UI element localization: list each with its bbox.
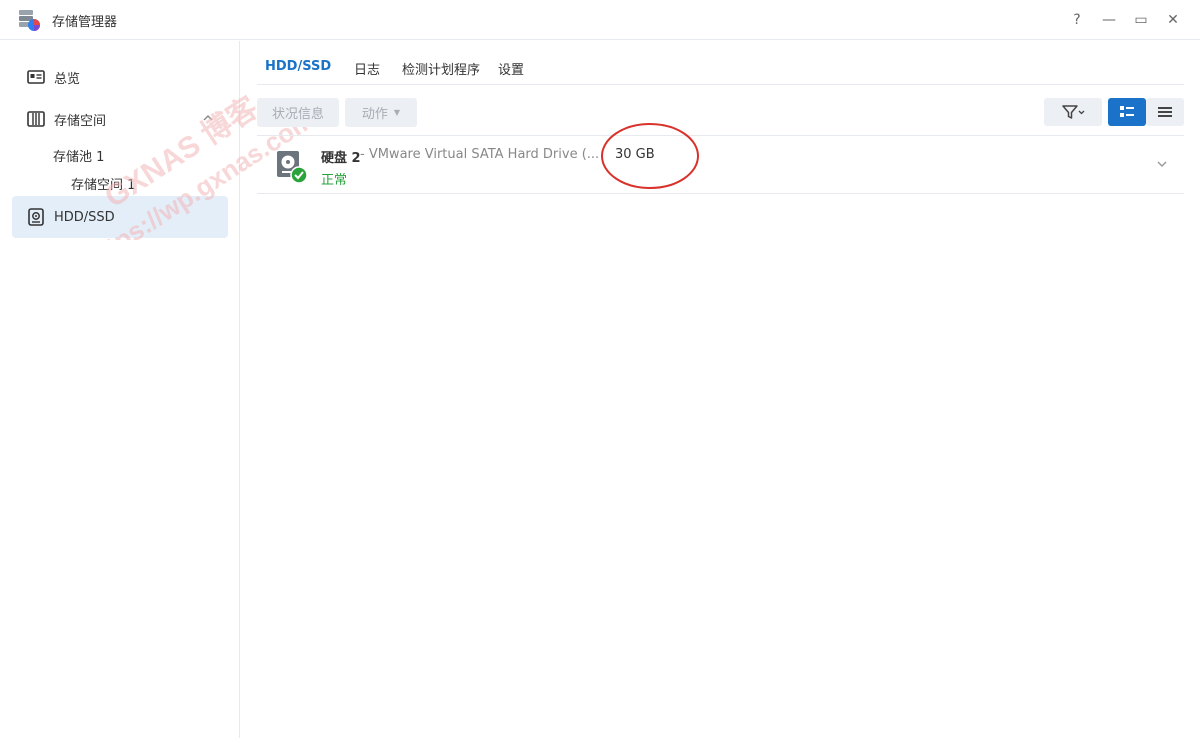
chevron-down-icon[interactable] <box>1156 158 1168 170</box>
sidebar-item-overview[interactable]: 总览 <box>12 56 228 98</box>
close-button[interactable]: ✕ <box>1162 10 1184 30</box>
caret-down-icon: ▼ <box>393 108 401 117</box>
detail-view-icon <box>1120 106 1134 117</box>
storage-manager-app-icon <box>19 10 40 31</box>
sidebar-item-volume-1[interactable]: 存储空间 1 <box>71 174 135 193</box>
sidebar-item-label: HDD/SSD <box>54 209 115 225</box>
detail-view-button[interactable] <box>1108 98 1146 126</box>
action-button[interactable]: 动作 ▼ <box>345 98 417 127</box>
window-title: 存储管理器 <box>52 15 118 30</box>
sidebar-item-label: 存储空间 <box>54 113 107 129</box>
status-info-button[interactable]: 状况信息 <box>257 98 339 127</box>
tab-bar: HDD/SSD 日志 检测计划程序 设置 <box>257 41 1184 85</box>
disk-list-item[interactable]: 硬盘 2 - VMware Virtual SATA Hard Drive (.… <box>257 135 1184 194</box>
disk-status: 正常 <box>321 173 348 188</box>
sidebar-item-storage[interactable]: 存储空间 <box>12 98 228 140</box>
tab-test-scheduler[interactable]: 检测计划程序 <box>402 59 480 78</box>
disk-name: 硬盘 2 <box>321 151 361 166</box>
list-view-icon <box>1158 107 1172 117</box>
hdd-icon <box>26 207 46 227</box>
minimize-button[interactable]: — <box>1098 10 1120 30</box>
disk-model: - VMware Virtual SATA Hard Drive (... <box>360 147 600 162</box>
hdd-healthy-icon <box>277 151 308 184</box>
storage-icon <box>26 109 46 129</box>
overview-icon <box>26 67 46 87</box>
sidebar-item-storage-pool-1[interactable]: 存储池 1 <box>53 146 104 165</box>
tab-log[interactable]: 日志 <box>354 59 380 78</box>
sidebar-item-hdd-ssd[interactable]: HDD/SSD <box>12 196 228 238</box>
filter-button[interactable] <box>1044 98 1102 126</box>
title-bar: 存储管理器 ? — ▭ ✕ <box>0 0 1200 40</box>
chevron-up-icon[interactable] <box>202 112 214 124</box>
help-button[interactable]: ? <box>1066 10 1088 30</box>
maximize-button[interactable]: ▭ <box>1130 10 1152 30</box>
tab-settings[interactable]: 设置 <box>498 59 524 78</box>
list-view-button[interactable] <box>1146 98 1184 126</box>
sidebar-item-label: 总览 <box>54 71 81 87</box>
main-panel: HDD/SSD 日志 检测计划程序 设置 状况信息 动作 ▼ 硬盘 2 - VM… <box>241 41 1200 738</box>
sidebar: 总览 存储空间 存储池 1 存储空间 1 HDD/SSD <box>0 41 240 738</box>
tab-hdd-ssd[interactable]: HDD/SSD <box>265 59 331 74</box>
annotation-circle <box>601 123 699 189</box>
filter-icon <box>1062 105 1085 119</box>
